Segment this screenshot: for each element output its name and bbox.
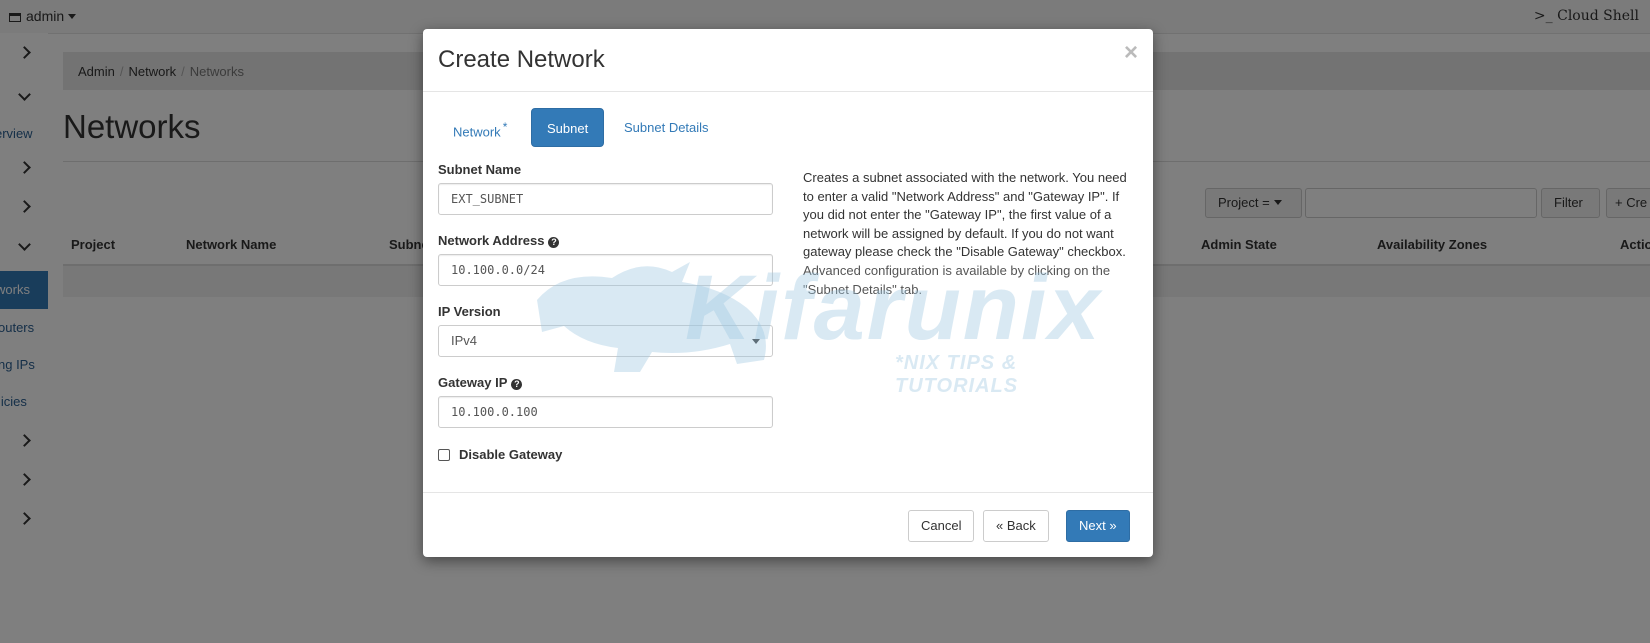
close-icon[interactable]: × bbox=[1124, 41, 1138, 65]
required-mark: * bbox=[502, 120, 508, 134]
tab-network[interactable]: Network * bbox=[438, 108, 522, 147]
modal-footer-divider bbox=[423, 492, 1153, 493]
network-address-input[interactable]: 10.100.0.0/24 bbox=[438, 254, 773, 286]
help-text-advanced: Advanced configuration is available by c… bbox=[803, 262, 1111, 297]
tab-subnet-details[interactable]: Subnet Details bbox=[609, 108, 724, 147]
gateway-ip-input[interactable]: 10.100.0.100 bbox=[438, 396, 773, 428]
tab-subnet[interactable]: Subnet bbox=[531, 108, 605, 147]
create-network-dialog: Create Network × Network * Subnet Subnet … bbox=[423, 29, 1153, 557]
subnet-name-label: Subnet Name bbox=[438, 162, 522, 177]
modal-title: Create Network bbox=[438, 46, 605, 73]
ip-version-value: IPv4 bbox=[451, 333, 478, 348]
ip-version-select[interactable]: IPv4 bbox=[438, 325, 773, 357]
help-icon[interactable]: ? bbox=[511, 379, 523, 390]
cancel-button[interactable]: Cancel bbox=[908, 510, 975, 542]
back-button[interactable]: « Back bbox=[983, 510, 1049, 542]
help-icon[interactable]: ? bbox=[548, 237, 560, 248]
modal-header: Create Network × bbox=[423, 29, 1153, 92]
disable-gateway-label[interactable]: Disable Gateway bbox=[459, 447, 562, 462]
tab-label: Network bbox=[453, 124, 501, 140]
gateway-ip-label: Gateway IP? bbox=[438, 375, 523, 390]
caret-down-icon bbox=[752, 339, 760, 344]
subnet-name-input[interactable]: EXT_SUBNET bbox=[438, 183, 773, 215]
next-button[interactable]: Next » bbox=[1066, 510, 1130, 542]
network-address-label: Network Address? bbox=[438, 233, 560, 248]
disable-gateway-checkbox[interactable] bbox=[438, 449, 450, 461]
subnet-help-text: Creates a subnet associated with the net… bbox=[803, 169, 1139, 299]
ip-version-label: IP Version bbox=[438, 304, 501, 319]
help-text-main: Creates a subnet associated with the net… bbox=[803, 170, 1127, 260]
